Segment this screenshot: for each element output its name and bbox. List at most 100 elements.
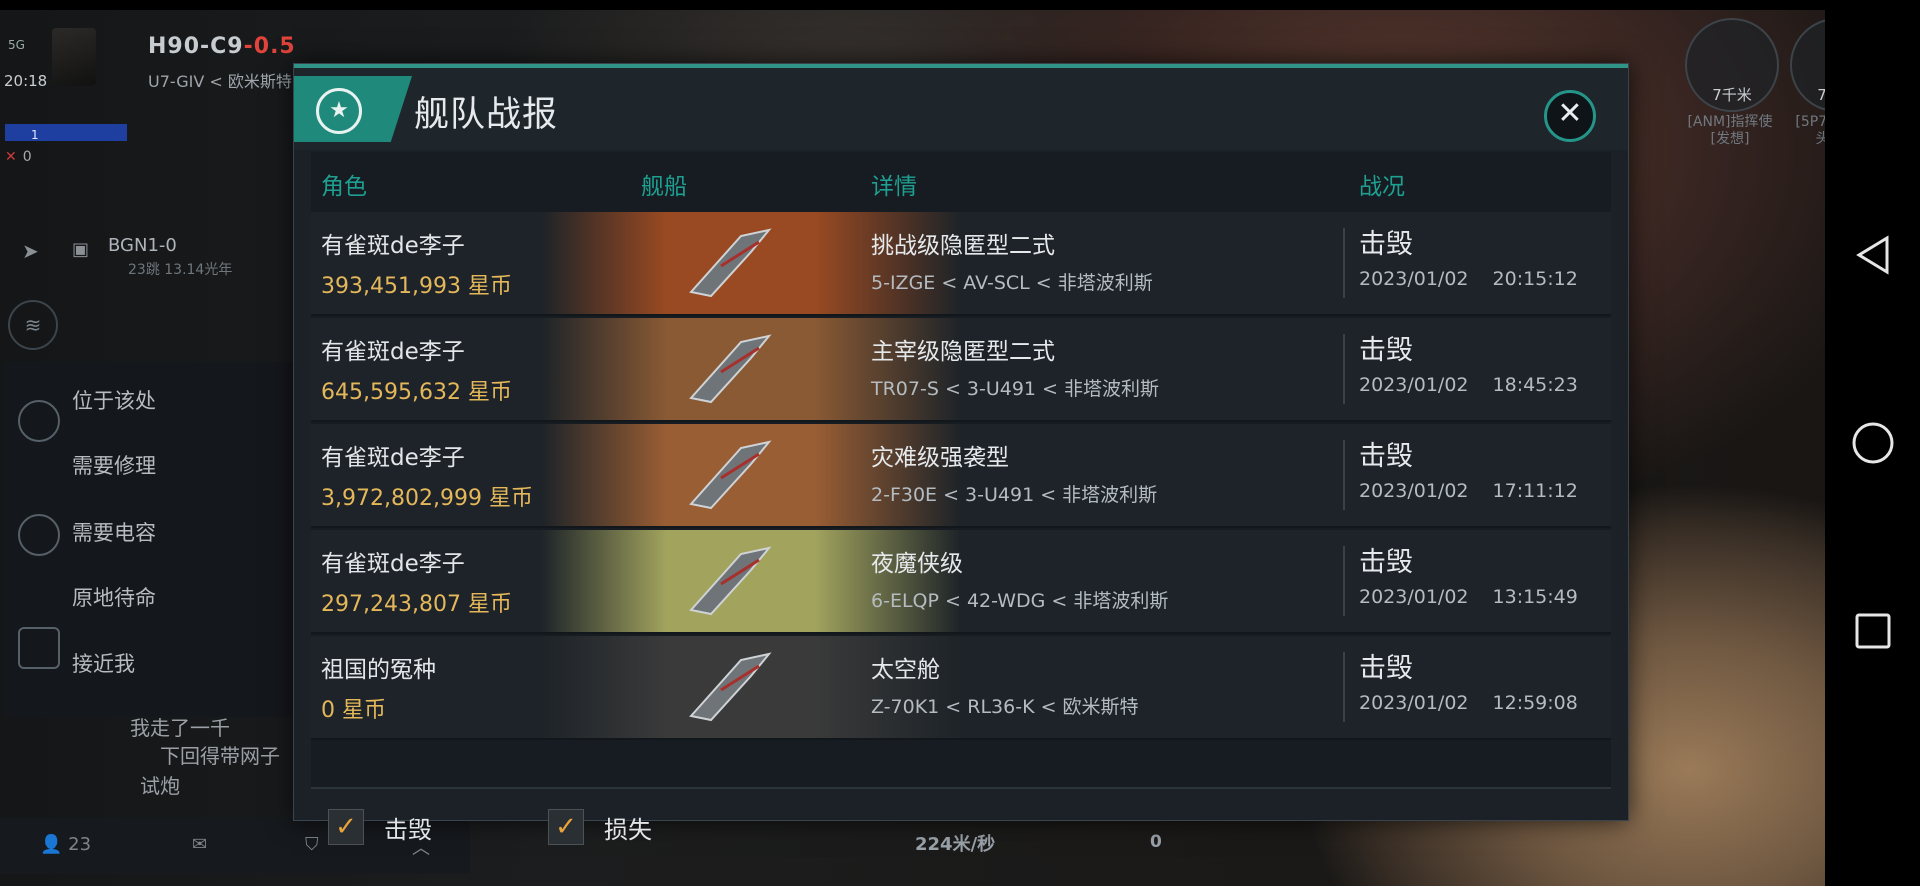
table-row[interactable]: 有雀斑de李子 393,451,993 星币 挑战级隐匿型二式 5-IZGE < AV… [311,212,1611,316]
table-row[interactable]: 有雀斑de李子 645,595,632 星币 主宰级隐匿型二式 TR07-S < 3-… [311,318,1611,422]
fleet-menu-item[interactable]: 需要修理 [72,450,156,480]
blue-standing-bar: 1 [5,124,127,142]
table-row[interactable]: 有雀斑de李子 3,972,802,999 星币 灾难级强袭型 2-F30E < 3-… [311,424,1611,528]
column-header-ship: 舰船 [641,174,687,200]
filter-kill-checkbox[interactable]: ✓ 击毁 [328,809,432,845]
layers-icon[interactable]: ≋ [8,300,58,350]
modal-header: ★ 舰队战报 ✕ [294,68,1628,150]
timestamp: 2023/01/02 13:15:49 [1359,586,1578,608]
fleet-menu-item[interactable]: 接近我 [72,648,135,678]
fleet-member-button[interactable]: 7千米 [1685,18,1779,112]
isk-value: 297,243,807 星币 [321,592,512,617]
isk-value: 3,972,802,999 星币 [321,486,533,511]
recents-button[interactable] [1825,586,1920,676]
chat-line: 下回得带网子 [160,744,280,768]
status-label: 击毁 [1359,229,1413,260]
fleet-menu-item[interactable]: 位于该处 [72,385,156,415]
back-button[interactable] [1825,210,1920,300]
home-circle-icon [1852,422,1893,464]
signal-icon[interactable] [18,514,60,556]
blue-count: 1 [31,128,39,142]
timestamp: 2023/01/02 17:11:12 [1359,480,1578,502]
row-divider [1343,334,1345,404]
checkmark-icon: ✓ [548,809,584,845]
stack-icon[interactable] [18,627,60,669]
table-row[interactable]: 有雀斑de李子 297,243,807 星币 夜魔侠级 6-ELQP < 42-WDG… [311,530,1611,634]
row-divider [1343,440,1345,510]
ship-icon [681,434,781,516]
isk-value: 645,595,632 星币 [321,380,512,405]
row-divider [1343,652,1345,722]
time: 17:11:12 [1492,480,1578,502]
filter-loss-checkbox[interactable]: ✓ 损失 [548,809,652,845]
pilot-name: 祖国的冤种 [321,657,436,683]
ship-type: 挑战级隐匿型二式 [871,233,1055,259]
filter-label: 损失 [604,815,652,844]
system-name[interactable]: H90-C9-0.5 [148,34,296,59]
members-button[interactable]: 👤 23 [40,834,91,855]
fleet-command-panel: 位于该处 需要修理 需要电容 原地待命 接近我 [4,362,297,717]
date: 2023/01/02 [1359,480,1469,502]
home-button[interactable] [1825,398,1920,488]
ship-type: 太空舱 [871,657,940,683]
row-divider [1343,546,1345,616]
wifi-icon: 5G [8,38,25,52]
filter-label: 击毁 [384,815,432,844]
time: 18:45:23 [1492,374,1578,396]
title-badge: ★ [294,76,412,142]
back-triangle-icon [1855,235,1888,275]
ship-icon [681,540,781,622]
pilot-name: 有雀斑de李子 [321,551,465,577]
row-divider [1343,228,1345,298]
timestamp: 2023/01/02 20:15:12 [1359,268,1578,290]
star-emblem-icon: ★ [316,88,362,134]
date: 2023/01/02 [1359,586,1469,608]
time: 13:15:49 [1492,586,1578,608]
time: 12:59:08 [1492,692,1578,714]
timestamp: 2023/01/02 12:59:08 [1359,692,1578,714]
member-label: [ANM]指挥使 [发想] [1687,114,1773,147]
date: 2023/01/02 [1359,374,1469,396]
checkmark-icon: ✓ [328,809,364,845]
gate-icon: ▣ [72,239,90,260]
avatar[interactable] [52,28,96,86]
modal-title: 舰队战报 [414,95,559,135]
close-icon: ✕ [1557,96,1583,131]
close-button[interactable]: ✕ [1544,90,1596,142]
date: 2023/01/02 [1359,692,1469,714]
column-header-status: 战况 [1359,174,1405,200]
red-standing: ✕ 0 [5,149,32,165]
location-path: 2-F30E < 3-U491 < 非塔波利斯 [871,484,1158,506]
route-target[interactable]: ➤ ▣ BGN1-0 23跳 13.14光年 [20,225,300,278]
pilot-name: 有雀斑de李子 [321,445,465,471]
system-path: U7-GIV < 欧米斯特 [148,72,292,91]
column-header-details: 详情 [871,174,917,200]
pilot-name: 有雀斑de李子 [321,339,465,365]
red-count: 0 [22,149,32,165]
member-count: 23 [68,834,92,855]
location-path: 5-IZGE < AV-SCL < 非塔波利斯 [871,272,1153,294]
pilot-name: 有雀斑de李子 [321,233,465,259]
clock-icon[interactable] [18,400,60,442]
isk-value: 393,451,993 星币 [321,274,512,299]
mail-icon[interactable]: ✉ [192,834,207,855]
fleet-menu-item[interactable]: 原地待命 [72,582,156,612]
filter-icon[interactable]: ⛉ [305,834,319,855]
ship-icon [681,646,781,728]
ship-icon [681,328,781,410]
ship-icon [681,222,781,304]
time: 20:15:12 [1492,268,1578,290]
status-label: 击毁 [1359,653,1413,684]
location-path: TR07-S < 3-U491 < 非塔波利斯 [871,378,1160,400]
isk-value: 0 星币 [321,698,386,723]
table-row[interactable]: 祖国的冤种 0 星币 太空舱 Z-70K1 < RL36-K < 欧米斯特 击毁 2023… [311,636,1611,740]
report-table: 角色 舰船 详情 战况 有雀斑de李子 393,451,993 星币 挑战级隐匿型二… [311,152,1611,787]
recents-square-icon [1855,613,1890,649]
clock: 20:18 [4,72,48,90]
red-x-icon: ✕ [5,149,17,165]
status-label: 击毁 [1359,547,1413,578]
chat-line: 我走了一千 [130,716,230,740]
navigation-arrow-icon: ➤ [22,239,39,263]
fleet-menu-item[interactable]: 需要电容 [72,517,156,547]
location-path: 6-ELQP < 42-WDG < 非塔波利斯 [871,590,1169,612]
